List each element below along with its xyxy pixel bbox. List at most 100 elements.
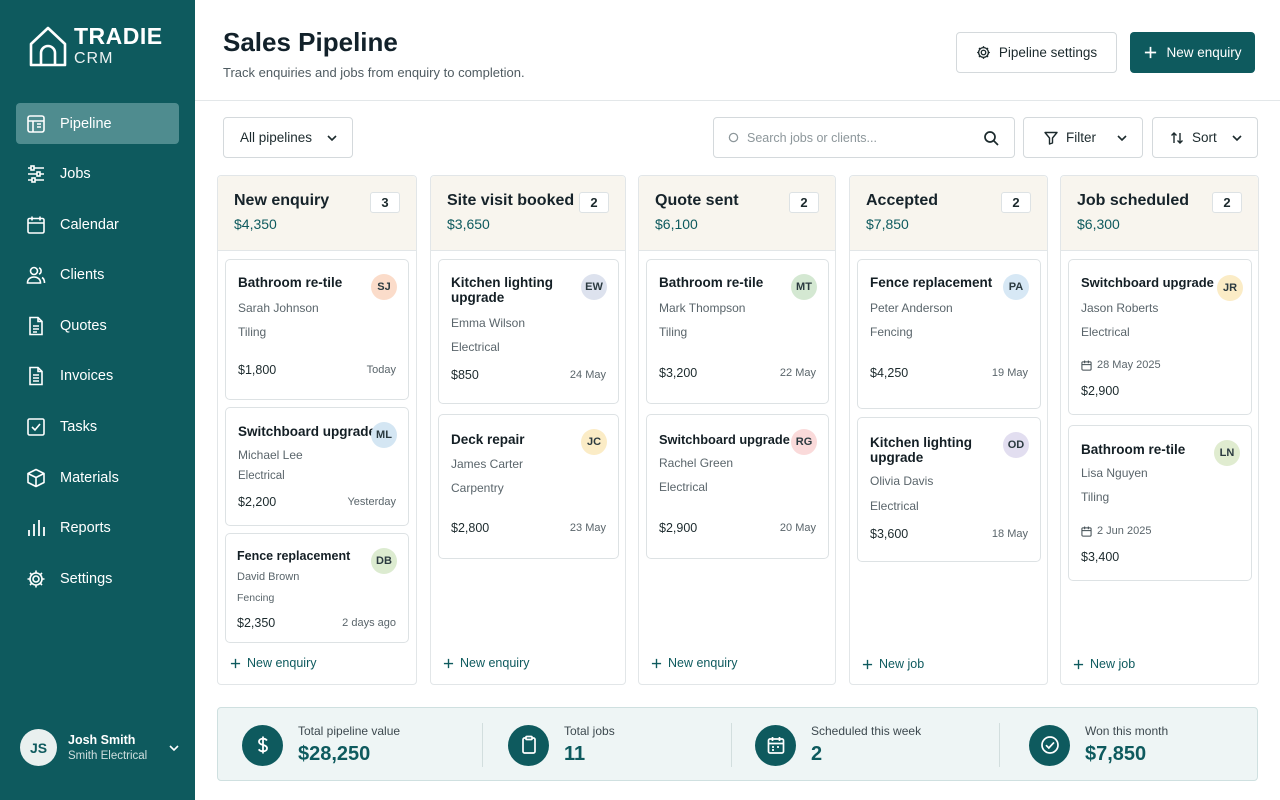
sidebar-item-materials[interactable]: Materials — [16, 457, 179, 498]
client-avatar: JR — [1217, 275, 1243, 301]
sidebar-item-tasks[interactable]: Tasks — [16, 407, 179, 448]
job-card[interactable]: Bathroom re-tile MT Mark Thompson Tiling… — [646, 259, 829, 404]
house-logo-icon — [29, 26, 67, 67]
calendar-icon — [27, 216, 45, 234]
search-icon[interactable] — [983, 130, 999, 146]
calendar-icon — [1081, 359, 1092, 371]
pipeline-settings-button[interactable]: Pipeline settings — [956, 32, 1117, 73]
dollar-icon — [242, 724, 283, 766]
sidebar-item-pipeline[interactable]: Pipeline — [16, 103, 179, 144]
logo[interactable]: TRADIE CRM — [28, 24, 163, 68]
add-job-link[interactable]: New job — [862, 657, 924, 671]
card-date: 19 May — [991, 367, 1028, 379]
stat-total-jobs: Total jobs 11 — [508, 708, 615, 782]
card-date: Today — [366, 364, 396, 376]
card-title: Bathroom re-tile — [238, 275, 343, 290]
sidebar-item-label: Tasks — [60, 419, 98, 436]
user-name: Josh Smith — [68, 733, 136, 747]
column-title: New enquiry — [234, 192, 330, 209]
card-date: 18 May — [991, 528, 1028, 540]
card-client: Mark Thompson — [659, 301, 746, 315]
sidebar-item-invoices[interactable]: Invoices — [16, 356, 179, 397]
stat-divider — [482, 723, 483, 767]
job-card[interactable]: Switchboard upgrade ML Michael Lee Elect… — [225, 407, 409, 526]
search-input[interactable] — [747, 130, 983, 145]
plus-icon — [1073, 659, 1084, 669]
new-enquiry-label: New enquiry — [1166, 45, 1242, 60]
sort-button[interactable]: Sort — [1152, 117, 1258, 158]
card-trade: Electrical — [1081, 325, 1130, 339]
card-title: Deck repair — [451, 432, 525, 447]
pipeline-select[interactable]: All pipelines — [223, 117, 353, 158]
card-price: $2,800 — [451, 521, 490, 535]
card-scheduled-date: 2 Jun 2025 — [1081, 525, 1151, 537]
card-trade: Fencing — [870, 325, 913, 339]
sidebar-item-label: Materials — [60, 469, 119, 486]
card-title: Bathroom re-tile — [1081, 442, 1186, 457]
card-title: Switchboard upgrade — [1081, 275, 1214, 290]
client-avatar: JC — [581, 429, 607, 455]
column-job-scheduled: Job scheduled $6,300 2 Switchboard upgra… — [1060, 175, 1259, 685]
sort-label: Sort — [1192, 130, 1217, 145]
sidebar-item-settings[interactable]: Settings — [16, 558, 179, 599]
client-avatar: ML — [371, 422, 397, 448]
job-card[interactable]: Kitchen lighting upgrade EW Emma Wilson … — [438, 259, 619, 404]
add-enquiry-link[interactable]: New enquiry — [443, 656, 529, 670]
job-card[interactable]: Fence replacement DB David Brown Fencing… — [225, 533, 409, 643]
sidebar-item-reports[interactable]: Reports — [16, 508, 179, 549]
card-title: Switchboard upgrade — [238, 424, 377, 439]
column-title: Quote sent — [655, 192, 739, 209]
sidebar-item-clients[interactable]: Clients — [16, 255, 179, 296]
job-card[interactable]: Deck repair JC James Carter Carpentry $2… — [438, 414, 619, 559]
card-trade: Electrical — [870, 499, 919, 513]
card-trade: Tiling — [1081, 490, 1110, 504]
stat-label: Total jobs — [564, 724, 615, 738]
add-job-link[interactable]: New job — [1073, 657, 1135, 671]
user-menu[interactable]: JS Josh Smith Smith Electrical — [20, 729, 180, 766]
search-box — [713, 117, 1015, 158]
card-trade: Electrical — [659, 480, 708, 494]
add-enquiry-link[interactable]: New enquiry — [230, 656, 316, 670]
sidebar-item-label: Jobs — [60, 166, 91, 183]
card-client: Olivia Davis — [870, 474, 934, 488]
job-card[interactable]: Bathroom re-tile LN Lisa Nguyen Tiling 2… — [1068, 425, 1252, 581]
job-card[interactable]: Bathroom re-tile SJ Sarah Johnson Tiling… — [225, 259, 409, 400]
job-card[interactable]: Switchboard upgrade JR Jason Roberts Ele… — [1068, 259, 1252, 415]
box-icon — [27, 468, 45, 487]
gear-icon — [27, 570, 45, 588]
card-price: $4,250 — [870, 366, 909, 380]
clipboard-icon — [508, 724, 549, 766]
sidebar-item-jobs[interactable]: Jobs — [16, 154, 179, 195]
chevron-down-icon — [1117, 134, 1127, 141]
sidebar-item-label: Quotes — [60, 317, 107, 334]
client-avatar: OD — [1003, 432, 1029, 458]
card-title: Fence replacement — [870, 275, 993, 290]
card-price: $3,600 — [870, 527, 909, 541]
column-total: $4,350 — [234, 216, 277, 232]
add-enquiry-link[interactable]: New enquiry — [651, 656, 737, 670]
scheduled-date-text: 28 May 2025 — [1097, 359, 1161, 371]
sidebar-item-calendar[interactable]: Calendar — [16, 204, 179, 245]
column-title: Accepted — [866, 192, 939, 209]
new-enquiry-button[interactable]: New enquiry — [1130, 32, 1255, 73]
pipeline-settings-label: Pipeline settings — [998, 45, 1098, 60]
card-price: $3,400 — [1081, 550, 1120, 564]
job-card[interactable]: Kitchen lighting upgrade OD Olivia Davis… — [857, 417, 1041, 562]
card-price: $3,200 — [659, 366, 698, 380]
column-quote-sent: Quote sent $6,100 2 Bathroom re-tile MT … — [638, 175, 836, 685]
job-card[interactable]: Fence replacement PA Peter Anderson Fenc… — [857, 259, 1041, 409]
card-trade: Fencing — [237, 592, 275, 604]
card-title: Fence replacement — [237, 549, 351, 563]
card-price: $1,800 — [238, 363, 277, 377]
card-title: Kitchen lighting upgrade — [451, 275, 553, 305]
client-avatar: PA — [1003, 274, 1029, 300]
job-card[interactable]: Switchboard upgrade RG Rachel Green Elec… — [646, 414, 829, 559]
card-price: $850 — [451, 368, 479, 382]
sidebar-item-quotes[interactable]: Quotes — [16, 305, 179, 346]
filter-button[interactable]: Filter — [1023, 117, 1143, 158]
card-date: 23 May — [569, 522, 606, 534]
sidebar-item-label: Clients — [60, 267, 105, 284]
column-title: Job scheduled — [1077, 192, 1190, 209]
add-link-label: New enquiry — [247, 656, 317, 670]
client-avatar: DB — [371, 548, 397, 574]
